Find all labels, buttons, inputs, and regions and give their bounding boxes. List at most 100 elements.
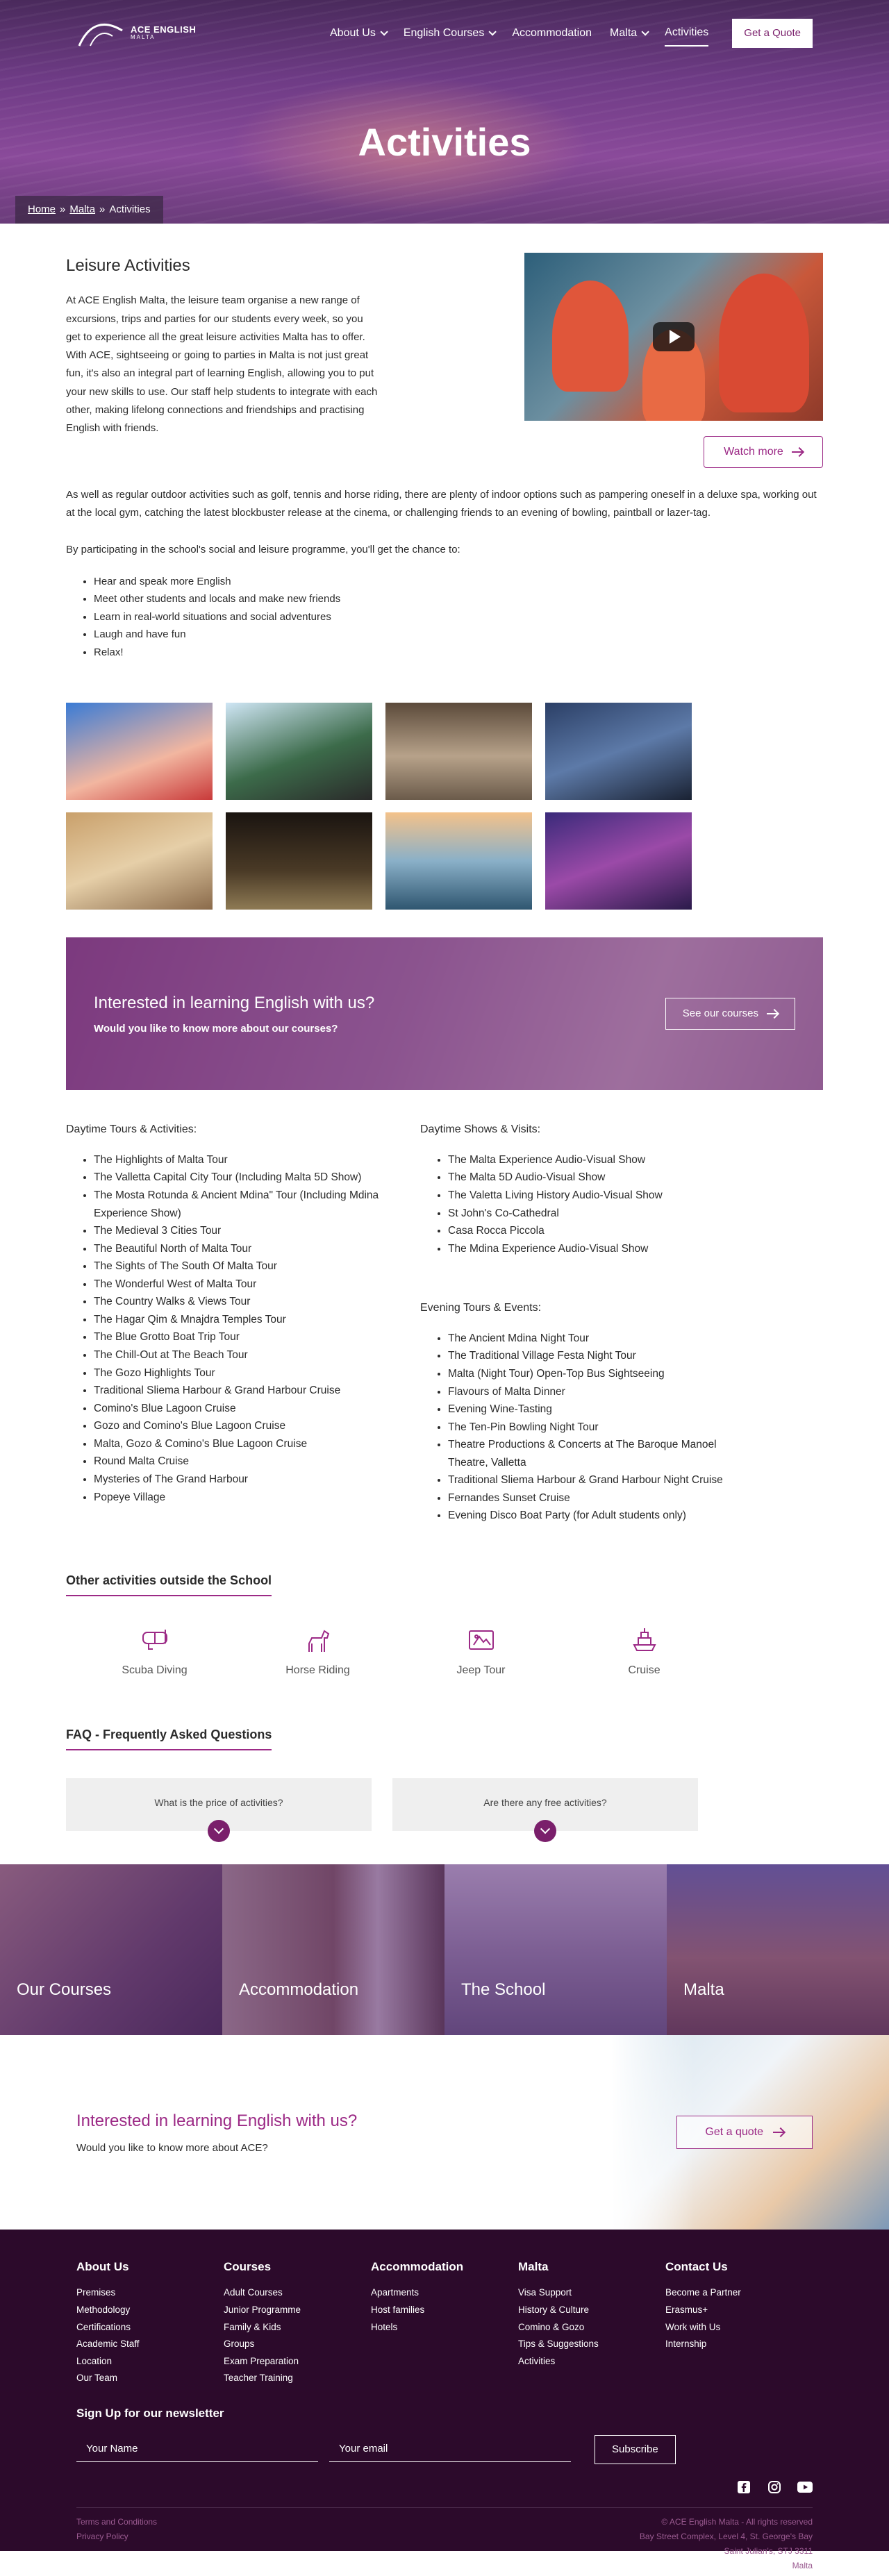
activity-scuba[interactable]: Scuba Diving bbox=[73, 1624, 236, 1680]
activity-horse[interactable]: Horse Riding bbox=[236, 1624, 399, 1680]
play-icon[interactable] bbox=[653, 322, 695, 351]
footer-link[interactable]: Teacher Training bbox=[224, 2370, 371, 2387]
footer-col-malta: Malta Visa Support History & Culture Comino… bbox=[518, 2257, 665, 2387]
terms-link[interactable]: Terms and Conditions bbox=[76, 2515, 157, 2529]
list-item: Comino's Blue Lagoon Cruise bbox=[94, 1400, 392, 1418]
footer-link[interactable]: Premises bbox=[76, 2284, 224, 2302]
nav-label: Accommodation bbox=[512, 26, 592, 39]
address-line: Saint Julian's, STJ 3311 bbox=[724, 2545, 813, 2556]
see-courses-button[interactable]: See our courses bbox=[665, 998, 795, 1030]
list-item: The Mdina Experience Audio-Visual Show bbox=[448, 1240, 747, 1258]
footer-link[interactable]: Activities bbox=[518, 2353, 665, 2370]
tile-the-school[interactable]: The School bbox=[444, 1864, 667, 2036]
activity-jeep[interactable]: Jeep Tour bbox=[399, 1624, 563, 1680]
faq-row: What is the price of activities? Are the… bbox=[66, 1778, 823, 1843]
arrow-right-icon bbox=[773, 2132, 784, 2134]
list-heading: Daytime Shows & Visits: bbox=[420, 1123, 541, 1136]
instagram-icon[interactable] bbox=[767, 2479, 782, 2495]
nav-malta[interactable]: Malta bbox=[610, 20, 649, 47]
tile-accommodation[interactable]: Accommodation bbox=[222, 1864, 444, 2036]
faq-item[interactable]: Are there any free activities? bbox=[392, 1778, 698, 1843]
watch-more-button[interactable]: Watch more bbox=[704, 436, 823, 468]
footer-link[interactable]: Junior Programme bbox=[224, 2302, 371, 2319]
footer-links: Apartments Host families Hotels bbox=[371, 2284, 518, 2336]
footer-link[interactable]: Certifications bbox=[76, 2319, 224, 2336]
get-quote-cta-button[interactable]: Get a quote bbox=[676, 2116, 813, 2149]
banner-title: Interested in learning English with us? bbox=[94, 994, 375, 1013]
gallery-photo[interactable] bbox=[545, 703, 692, 801]
video-player[interactable] bbox=[524, 253, 823, 421]
footer-link[interactable]: Visa Support bbox=[518, 2284, 665, 2302]
breadcrumb: Home » Malta » Activities bbox=[15, 196, 163, 224]
footer-link[interactable]: Internship bbox=[665, 2336, 813, 2353]
email-field[interactable]: Your email bbox=[329, 2436, 571, 2463]
list-item: The Ancient Mdina Night Tour bbox=[448, 1330, 747, 1348]
get-quote-button[interactable]: Get a Quote bbox=[732, 18, 813, 48]
gallery-photo[interactable] bbox=[385, 812, 532, 910]
subscribe-button[interactable]: Subscribe bbox=[595, 2434, 676, 2464]
gallery-photo[interactable] bbox=[66, 812, 213, 910]
activity-cruise[interactable]: Cruise bbox=[563, 1624, 726, 1680]
cta-subtitle: Would you like to know more about ACE? bbox=[76, 2142, 268, 2155]
youtube-icon[interactable] bbox=[797, 2479, 813, 2495]
footer-link[interactable]: Erasmus+ bbox=[665, 2302, 813, 2319]
list-item: Round Malta Cruise bbox=[94, 1453, 392, 1471]
footer-link[interactable]: Host families bbox=[371, 2302, 518, 2319]
footer-link[interactable]: Comino & Gozo bbox=[518, 2319, 665, 2336]
footer-link[interactable]: Methodology bbox=[76, 2302, 224, 2319]
list-item: The Medieval 3 Cities Tour bbox=[94, 1222, 392, 1240]
footer-link[interactable]: Our Team bbox=[76, 2370, 224, 2387]
footer-heading: Contact Us bbox=[665, 2260, 728, 2274]
nav-accommodation[interactable]: Accommodation bbox=[512, 20, 592, 47]
facebook-icon[interactable] bbox=[736, 2479, 751, 2495]
list-item: The Country Walks & Views Tour bbox=[94, 1293, 392, 1311]
footer-link[interactable]: Hotels bbox=[371, 2319, 518, 2336]
footer-link[interactable]: Exam Preparation bbox=[224, 2353, 371, 2370]
footer-columns: About Us Premises Methodology Certification… bbox=[76, 2257, 813, 2387]
chevron-down-icon[interactable] bbox=[534, 1820, 556, 1843]
privacy-link[interactable]: Privacy Policy bbox=[76, 2529, 157, 2544]
footer-link[interactable]: Location bbox=[76, 2353, 224, 2370]
daytime-list: The Highlights of Malta TourThe Valletta… bbox=[66, 1151, 392, 1506]
footer-link[interactable]: Family & Kids bbox=[224, 2319, 371, 2336]
footer-link[interactable]: Academic Staff bbox=[76, 2336, 224, 2353]
video-figure bbox=[552, 281, 629, 392]
footer-link[interactable]: Become a Partner bbox=[665, 2284, 813, 2302]
name-field[interactable]: Your Name bbox=[76, 2436, 318, 2463]
footer-link[interactable]: Apartments bbox=[371, 2284, 518, 2302]
chevron-down-icon[interactable] bbox=[208, 1820, 230, 1843]
list-item: Traditional Sliema Harbour & Grand Harbo… bbox=[94, 1382, 392, 1400]
list-item: Hear and speak more English bbox=[94, 573, 823, 591]
nav-about-us[interactable]: About Us bbox=[330, 20, 388, 47]
list-item: Traditional Sliema Harbour & Grand Harbo… bbox=[448, 1471, 747, 1489]
footer-link[interactable]: Work with Us bbox=[665, 2319, 813, 2336]
quote-cta: Interested in learning English with us? … bbox=[0, 2035, 889, 2230]
legal-links: Terms and Conditions Privacy Policy bbox=[76, 2515, 157, 2573]
gallery-photo[interactable] bbox=[385, 703, 532, 801]
photo-gallery bbox=[66, 703, 823, 910]
banner-subtitle: Would you like to know more about our co… bbox=[94, 1023, 338, 1035]
list-item: Evening Disco Boat Party (for Adult stud… bbox=[448, 1507, 747, 1525]
tile-malta[interactable]: Malta bbox=[667, 1864, 889, 2036]
nav-english-courses[interactable]: English Courses bbox=[404, 20, 497, 47]
shows-evening-column: Daytime Shows & Visits: The Malta Experi… bbox=[420, 1121, 747, 1566]
nav-label: Activities bbox=[665, 26, 709, 38]
gallery-photo[interactable] bbox=[66, 703, 213, 801]
breadcrumb-home[interactable]: Home bbox=[28, 201, 56, 218]
gallery-photo[interactable] bbox=[545, 812, 692, 910]
footer-link[interactable]: Groups bbox=[224, 2336, 371, 2353]
breadcrumb-malta[interactable]: Malta bbox=[69, 201, 95, 218]
logo-text: ACE ENGLISH MALTA bbox=[131, 24, 196, 41]
footer-link[interactable]: Tips & Suggestions bbox=[518, 2336, 665, 2353]
gallery-photo[interactable] bbox=[226, 703, 372, 801]
list-item: Relax! bbox=[94, 644, 823, 662]
list-item: The Wonderful West of Malta Tour bbox=[94, 1276, 392, 1294]
footer-link[interactable]: History & Culture bbox=[518, 2302, 665, 2319]
list-item: Gozo and Comino's Blue Lagoon Cruise bbox=[94, 1417, 392, 1435]
faq-item[interactable]: What is the price of activities? bbox=[66, 1778, 372, 1843]
gallery-photo[interactable] bbox=[226, 812, 372, 910]
nav-activities[interactable]: Activities bbox=[665, 19, 709, 47]
site-logo[interactable]: ACE ENGLISH MALTA bbox=[76, 18, 196, 49]
tile-our-courses[interactable]: Our Courses bbox=[0, 1864, 222, 2036]
footer-link[interactable]: Adult Courses bbox=[224, 2284, 371, 2302]
